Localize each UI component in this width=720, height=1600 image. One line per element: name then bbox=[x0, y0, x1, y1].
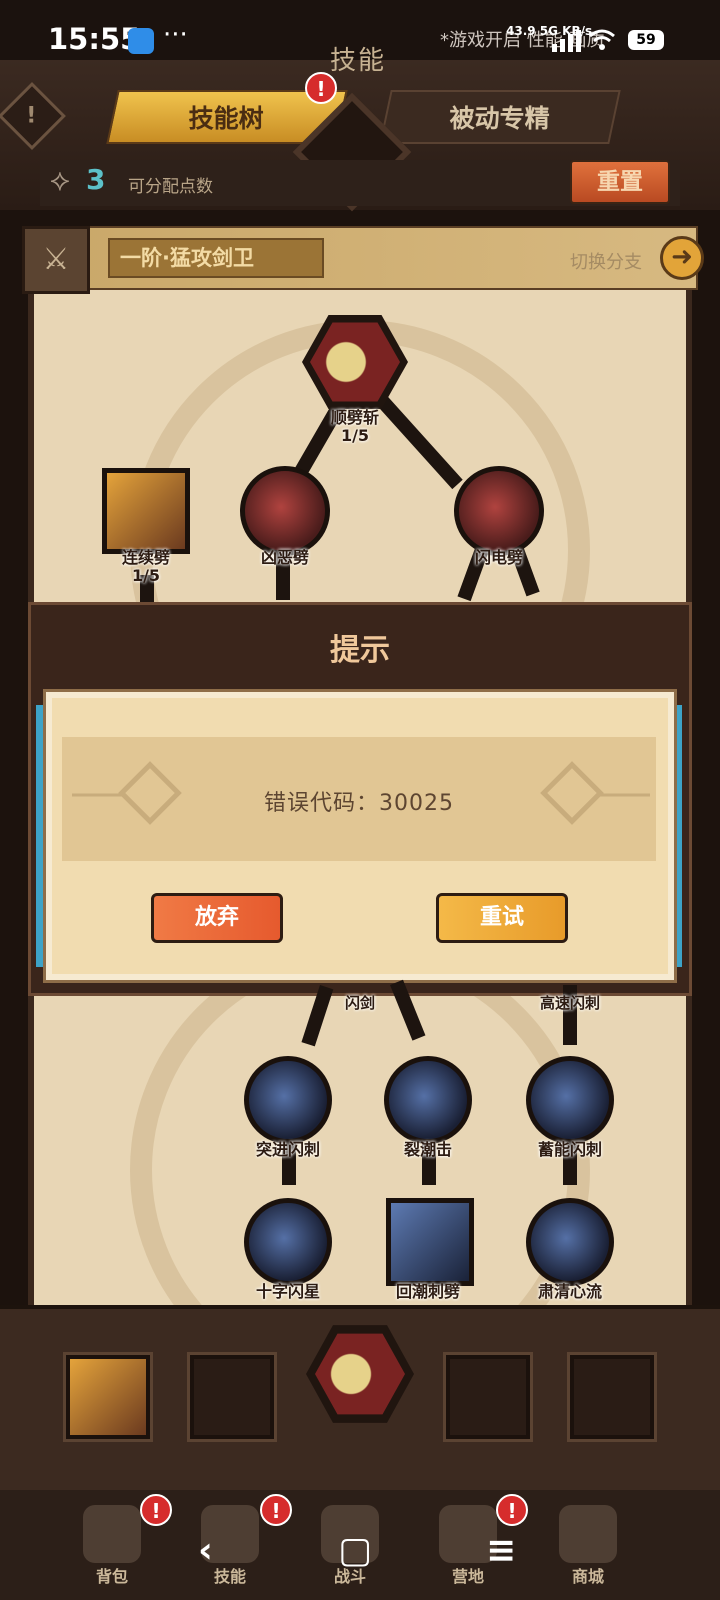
nav-alert-badge: ! bbox=[496, 1494, 528, 1526]
nav-shop[interactable]: 商城 bbox=[538, 1505, 638, 1586]
backpack-icon bbox=[83, 1505, 141, 1563]
give-up-button[interactable]: 放弃 bbox=[151, 893, 283, 943]
switch-branch-label: 切换分支 bbox=[570, 252, 642, 273]
skill-name: 连续劈 bbox=[121, 548, 170, 567]
skill-points-label: 可分配点数 bbox=[128, 177, 213, 197]
background-panel-edge bbox=[674, 705, 682, 967]
skill-node-lieshaoji[interactable] bbox=[384, 1056, 472, 1144]
skill-name: 顺劈斩 bbox=[330, 408, 379, 427]
warning-icon-glyph: ! bbox=[26, 103, 37, 129]
background-panel-edge bbox=[36, 705, 44, 967]
dialog-message: 错误代码：30025 bbox=[264, 791, 454, 816]
tab-passive-mastery[interactable]: 被动专精 bbox=[379, 90, 621, 144]
tab-alert-badge: ! bbox=[305, 72, 337, 104]
shop-icon bbox=[559, 1505, 617, 1563]
skill-node-lianxupi[interactable] bbox=[102, 468, 190, 554]
retry-button[interactable]: 重试 bbox=[436, 893, 568, 943]
nav-alert-badge: ! bbox=[260, 1494, 292, 1526]
status-time: 15:55 bbox=[48, 22, 141, 56]
nav-alert-badge: ! bbox=[140, 1494, 172, 1526]
skill-name: 突进闪刺 bbox=[255, 1140, 320, 1159]
branch-name: 一阶·猛攻剑卫 bbox=[108, 238, 324, 278]
skill-node-huichaocipi[interactable] bbox=[386, 1198, 474, 1286]
dialog-title: 提示 bbox=[330, 633, 390, 668]
battery-indicator: 59 bbox=[628, 30, 664, 50]
system-back-icon[interactable]: ‹ bbox=[198, 1530, 213, 1571]
system-home-icon[interactable]: ▢ bbox=[338, 1530, 372, 1571]
skill-level: 1/5 bbox=[340, 426, 370, 445]
skill-name: 闪电劈 bbox=[474, 548, 523, 567]
skill-name: 蓄能闪刺 bbox=[537, 1140, 602, 1159]
skill-points-value: 3 bbox=[86, 163, 106, 196]
skill-node-tujinshanci[interactable] bbox=[244, 1056, 332, 1144]
skill-name: 回潮刺劈 bbox=[395, 1282, 460, 1301]
nav-label: 技能 bbox=[213, 1567, 246, 1586]
skill-node-xunengshanci[interactable] bbox=[526, 1056, 614, 1144]
nav-label: 商城 bbox=[571, 1567, 604, 1586]
equip-slot-3[interactable] bbox=[446, 1355, 530, 1439]
crossed-swords-icon: ⚔ bbox=[22, 226, 90, 294]
skill-name: 十字闪星 bbox=[255, 1282, 320, 1301]
tab-skill-tree-label: 技能树 bbox=[189, 104, 265, 133]
equip-slot-1[interactable] bbox=[66, 1355, 150, 1439]
skill-node-xiongepi[interactable] bbox=[240, 466, 330, 556]
reset-button[interactable]: 重置 bbox=[570, 160, 670, 204]
skill-name-partial: 高速闪刺 bbox=[539, 994, 600, 1012]
tab-passive-mastery-label: 被动专精 bbox=[449, 104, 550, 133]
more-notifications-icon: ··· bbox=[163, 20, 188, 50]
nav-label: 背包 bbox=[95, 1567, 128, 1586]
skill-name: 裂潮击 bbox=[403, 1140, 452, 1159]
wifi-icon bbox=[589, 29, 615, 50]
skill-node-shizishanxing[interactable] bbox=[244, 1198, 332, 1286]
switch-branch-arrow-icon[interactable]: ➜ bbox=[660, 236, 704, 280]
app-notification-icon bbox=[128, 28, 154, 54]
cleave-skill-icon bbox=[315, 1333, 405, 1415]
skill-node-suqingxinliu[interactable] bbox=[526, 1198, 614, 1286]
skill-node-shandianpi[interactable] bbox=[454, 466, 544, 556]
equip-slot-4[interactable] bbox=[570, 1355, 654, 1439]
equip-slot-2[interactable] bbox=[190, 1355, 274, 1439]
cleave-skill-icon bbox=[310, 322, 400, 402]
skill-name: 肃清心流 bbox=[537, 1282, 602, 1301]
skill-level: 1/5 bbox=[131, 566, 161, 585]
skill-name: 凶恶劈 bbox=[260, 548, 309, 567]
skill-point-icon: ⟡ bbox=[50, 163, 70, 198]
skill-name-partial: 闪剑 bbox=[344, 994, 375, 1012]
signal-icon bbox=[552, 30, 581, 52]
page-title: 技能 bbox=[330, 46, 387, 76]
system-menu-icon[interactable]: ≡ bbox=[486, 1530, 516, 1571]
